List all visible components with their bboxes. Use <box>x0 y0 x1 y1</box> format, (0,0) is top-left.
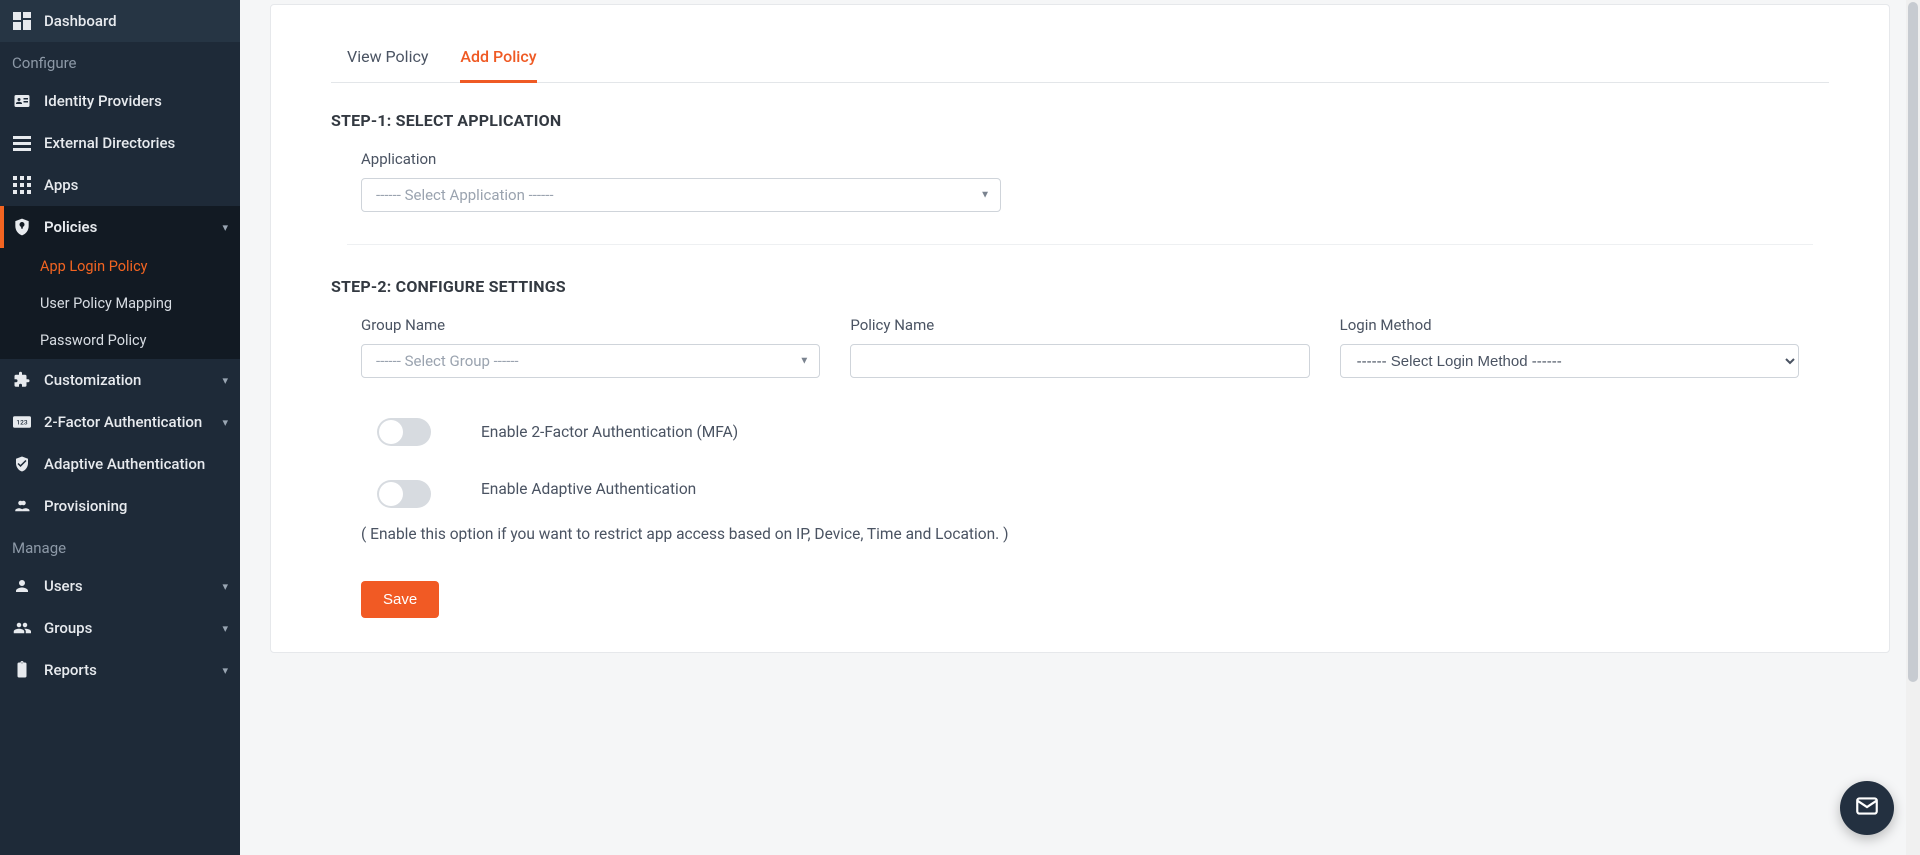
chevron-down-icon: ▾ <box>222 580 228 593</box>
sidebar-item-label: 2-Factor Authentication <box>44 413 202 431</box>
mfa-toggle-label: Enable 2-Factor Authentication (MFA) <box>481 423 738 441</box>
tab-add-policy[interactable]: Add Policy <box>460 35 536 83</box>
user-icon <box>12 576 32 596</box>
chat-fab[interactable] <box>1840 781 1894 835</box>
group-name-select[interactable]: ------ Select Group ------ ▼ <box>361 344 820 378</box>
shield-check-icon <box>12 454 32 474</box>
step2-title: STEP-2: CONFIGURE SETTINGS <box>331 277 1829 296</box>
sidebar-item-label: External Directories <box>44 134 175 152</box>
sidebar-item-label: Identity Providers <box>44 92 162 110</box>
sidebar-item-reports[interactable]: Reports ▾ <box>0 649 240 691</box>
login-method-label: Login Method <box>1340 316 1799 334</box>
dashboard-icon <box>12 11 32 31</box>
group-icon <box>12 618 32 638</box>
puzzle-icon <box>12 370 32 390</box>
sidebar-item-label: Provisioning <box>44 497 127 515</box>
policy-name-input[interactable] <box>850 344 1309 378</box>
tab-view-policy[interactable]: View Policy <box>347 35 428 83</box>
sidebar-item-provisioning[interactable]: Provisioning <box>0 485 240 527</box>
chevron-down-icon: ▾ <box>222 664 228 677</box>
sidebar-item-groups[interactable]: Groups ▾ <box>0 607 240 649</box>
sidebar-subitem-user-policy-mapping[interactable]: User Policy Mapping <box>0 285 240 322</box>
chevron-down-icon: ▾ <box>222 221 228 234</box>
mfa-toggle[interactable] <box>377 418 431 446</box>
page-scrollbar[interactable] <box>1906 0 1920 855</box>
sidebar-item-policies[interactable]: Policies ▾ <box>0 206 240 248</box>
clipboard-icon <box>12 660 32 680</box>
sidebar-item-label: Dashboard <box>44 12 117 30</box>
sidebar-item-identity-providers[interactable]: Identity Providers <box>0 80 240 122</box>
sidebar-item-label: Groups <box>44 619 92 637</box>
sync-users-icon <box>12 496 32 516</box>
divider <box>347 244 1813 245</box>
application-label: Application <box>361 150 1799 168</box>
policy-tabs: View Policy Add Policy <box>331 35 1829 83</box>
adaptive-toggle-help: ( Enable this option if you want to rest… <box>361 520 1799 549</box>
sidebar-subitem-app-login-policy[interactable]: App Login Policy <box>0 248 240 285</box>
sidebar-subitem-password-policy[interactable]: Password Policy <box>0 322 240 359</box>
sidebar-section-manage: Manage <box>0 527 240 565</box>
grid-icon <box>12 175 32 195</box>
sidebar-item-label: Users <box>44 577 83 595</box>
mail-icon <box>1854 793 1880 823</box>
group-name-value: ------ Select Group ------ <box>376 352 519 370</box>
policy-card: View Policy Add Policy STEP-1: SELECT AP… <box>270 4 1890 653</box>
sidebar-item-apps[interactable]: Apps <box>0 164 240 206</box>
sidebar-item-label: Reports <box>44 661 97 679</box>
svg-text:123: 123 <box>16 418 27 426</box>
step1-title: STEP-1: SELECT APPLICATION <box>331 111 1829 130</box>
application-select[interactable]: ------ Select Application ------ ▼ <box>361 178 1001 212</box>
chevron-down-icon: ▾ <box>222 416 228 429</box>
sidebar-item-users[interactable]: Users ▾ <box>0 565 240 607</box>
sidebar-item-label: Adaptive Authentication <box>44 455 205 473</box>
sidebar-item-customization[interactable]: Customization ▾ <box>0 359 240 401</box>
policy-shield-icon <box>12 217 32 237</box>
sidebar-item-label: Apps <box>44 176 78 194</box>
main-content: View Policy Add Policy STEP-1: SELECT AP… <box>240 0 1920 855</box>
id-card-icon <box>12 91 32 111</box>
sidebar-item-label: Policies <box>44 218 97 236</box>
caret-down-icon: ▼ <box>980 190 990 201</box>
sidebar-item-external-directories[interactable]: External Directories <box>0 122 240 164</box>
sidebar-item-dashboard[interactable]: Dashboard <box>0 0 240 42</box>
sidebar-item-two-factor[interactable]: 123 2-Factor Authentication ▾ <box>0 401 240 443</box>
login-method-select[interactable]: ------ Select Login Method ------ <box>1340 344 1799 378</box>
list-icon <box>12 133 32 153</box>
group-name-label: Group Name <box>361 316 820 334</box>
caret-down-icon: ▼ <box>799 356 809 367</box>
chevron-down-icon: ▾ <box>222 622 228 635</box>
sidebar-item-adaptive-auth[interactable]: Adaptive Authentication <box>0 443 240 485</box>
sidebar-item-label: Customization <box>44 371 141 389</box>
adaptive-toggle-label: Enable Adaptive Authentication <box>481 480 1799 498</box>
adaptive-toggle[interactable] <box>377 480 431 508</box>
chevron-down-icon: ▾ <box>222 374 228 387</box>
sidebar: Dashboard Configure Identity Providers E… <box>0 0 240 855</box>
sidebar-section-configure: Configure <box>0 42 240 80</box>
save-button[interactable]: Save <box>361 581 439 618</box>
policy-name-label: Policy Name <box>850 316 1309 334</box>
pin-icon: 123 <box>12 412 32 432</box>
application-select-value: ------ Select Application ------ <box>376 186 553 204</box>
